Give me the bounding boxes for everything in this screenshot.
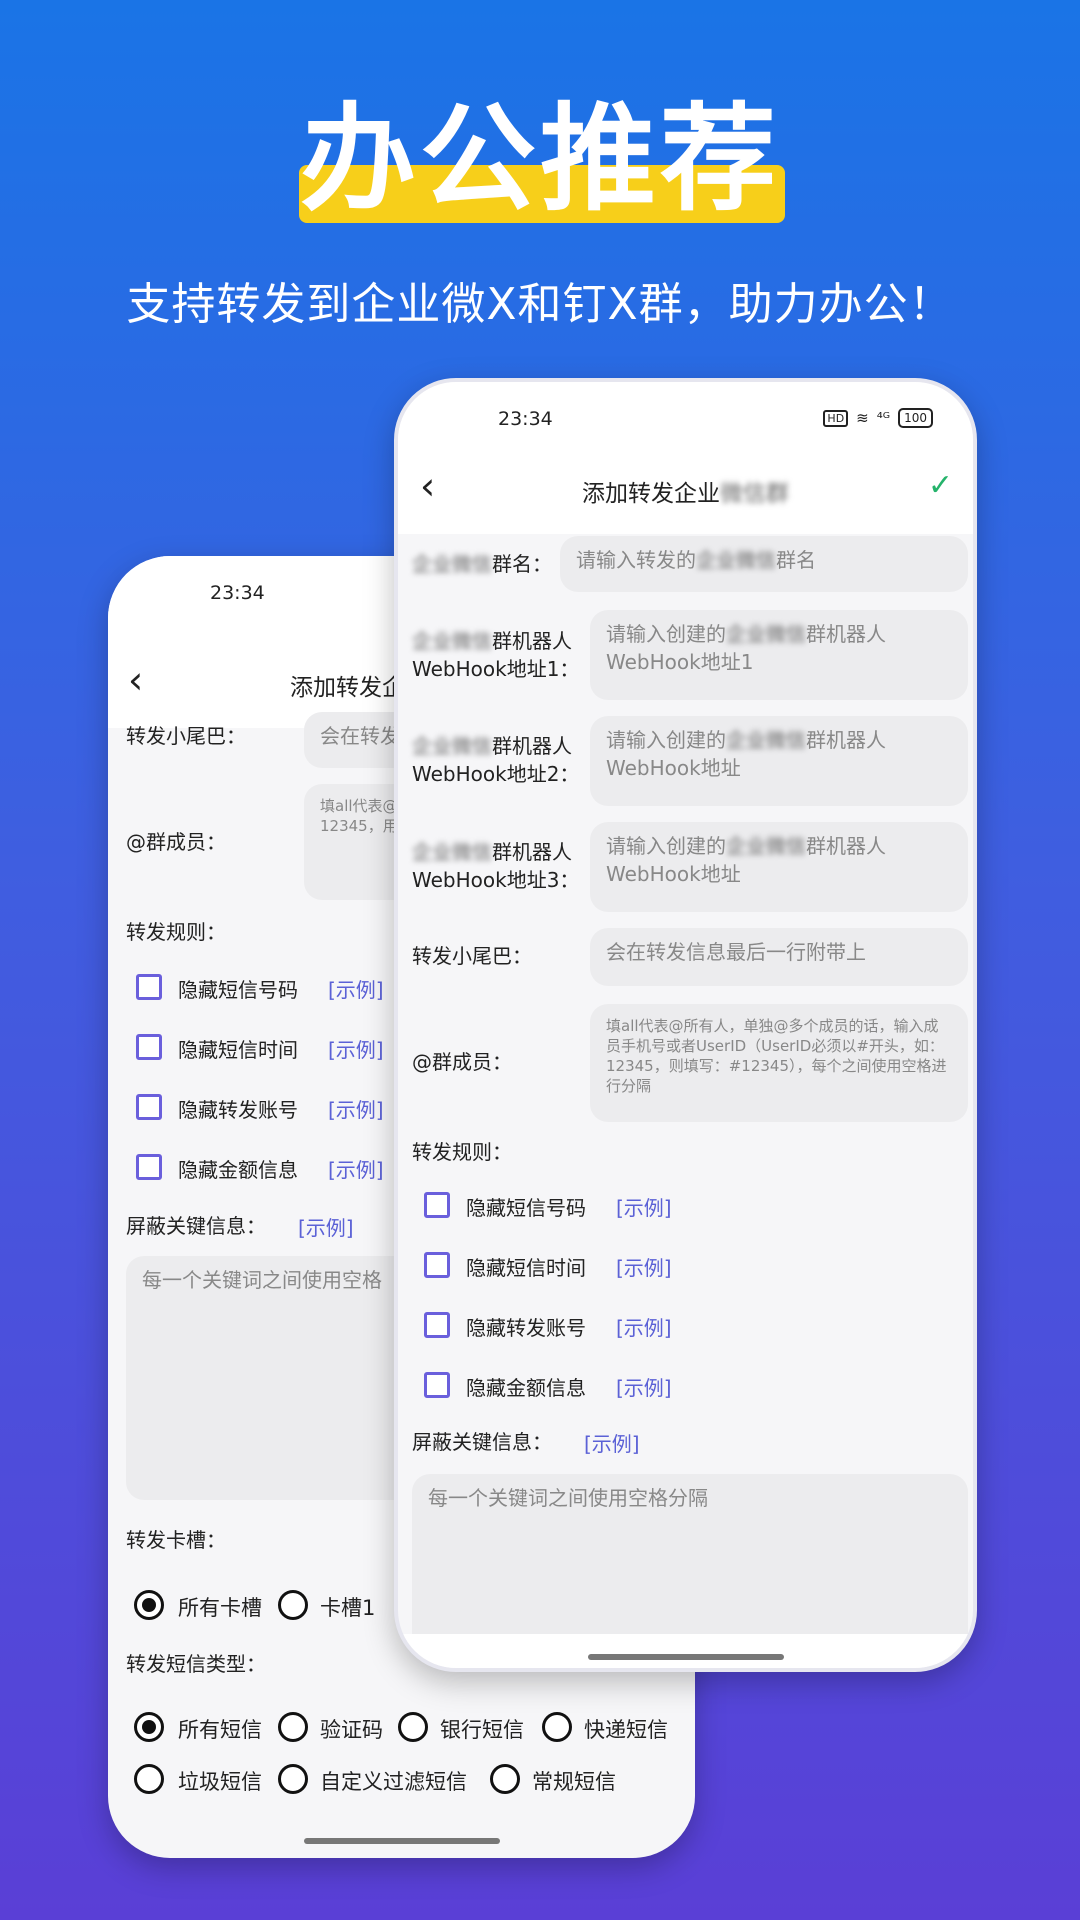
keywords-label: 屏蔽关键信息：: [412, 1430, 552, 1454]
rule-checkbox[interactable]: [136, 974, 162, 1000]
rule-example-link[interactable]: [示例]: [616, 1192, 672, 1221]
rule-example-link[interactable]: [示例]: [328, 1094, 384, 1123]
sms-type-option: 所有短信: [178, 1718, 262, 1742]
rule-checkbox[interactable]: [136, 1034, 162, 1060]
sms-type-option: 常规短信: [532, 1770, 616, 1794]
webhook-input[interactable]: 请输入创建的企业微信群机器人 WebHook地址: [590, 716, 968, 806]
rule-example-link[interactable]: [示例]: [328, 1154, 384, 1183]
sim-radio[interactable]: [278, 1590, 308, 1620]
sms-type-option: 自定义过滤短信: [320, 1770, 467, 1794]
tail-label: 转发小尾巴：: [126, 724, 246, 748]
webhook-input[interactable]: 请输入创建的企业微信群机器人 WebHook地址: [590, 822, 968, 912]
rule-checkbox[interactable]: [424, 1252, 450, 1278]
members-label: @群成员：: [412, 1050, 512, 1074]
sms-type-radio[interactable]: [134, 1712, 164, 1742]
rule-label: 隐藏短信号码: [178, 978, 298, 1002]
group-name-label: 企业微信群名：: [412, 552, 552, 576]
rules-label: 转发规则：: [126, 920, 226, 944]
home-indicator[interactable]: [588, 1654, 784, 1660]
keywords-example-link[interactable]: [示例]: [298, 1212, 354, 1241]
webhook-label: 企业微信群机器人 WebHook地址3：: [412, 840, 580, 892]
rule-example-link[interactable]: [示例]: [328, 974, 384, 1003]
webhook-label: 企业微信群机器人 WebHook地址2：: [412, 734, 580, 786]
page-title: 添加转发企: [290, 675, 405, 701]
rule-example-link[interactable]: [示例]: [616, 1372, 672, 1401]
rule-example-link[interactable]: [示例]: [328, 1034, 384, 1063]
sms-type-option: 快递短信: [584, 1718, 668, 1742]
sim-label: 转发卡槽：: [126, 1528, 226, 1552]
sms-type-option: 验证码: [320, 1718, 383, 1742]
rule-label: 隐藏转发账号: [466, 1316, 586, 1340]
sms-type-option: 垃圾短信: [178, 1770, 262, 1794]
webhook-input[interactable]: 请输入创建的企业微信群机器人 WebHook地址1: [590, 610, 968, 700]
status-time: 23:34: [210, 582, 265, 604]
battery-icon: 100: [898, 408, 933, 428]
rule-example-link[interactable]: [示例]: [616, 1252, 672, 1281]
hero-title: 办公推荐: [300, 92, 780, 227]
rule-label: 隐藏短信时间: [466, 1256, 586, 1280]
sim-option-label: 卡槽1: [320, 1596, 376, 1620]
rule-label: 隐藏短信号码: [466, 1196, 586, 1220]
status-time: 23:34: [498, 408, 553, 430]
sms-type-radio[interactable]: [542, 1712, 572, 1742]
sms-type-label: 转发短信类型：: [126, 1652, 266, 1676]
rules-label: 转发规则：: [412, 1140, 512, 1164]
sms-type-radio[interactable]: [490, 1764, 520, 1794]
page-title: 添加转发企业微信群: [582, 481, 789, 507]
rule-label: 隐藏金额信息: [178, 1158, 298, 1182]
app-bar: ‹ 添加转发企业微信群 ✓: [398, 442, 973, 534]
keywords-label: 屏蔽关键信息：: [126, 1214, 266, 1238]
rule-checkbox[interactable]: [136, 1154, 162, 1180]
webhook-label: 企业微信群机器人 WebHook地址1：: [412, 629, 580, 681]
members-label: @群成员：: [126, 830, 226, 854]
rule-label: 隐藏转发账号: [178, 1098, 298, 1122]
sms-type-radio[interactable]: [398, 1712, 428, 1742]
confirm-check-icon[interactable]: ✓: [928, 468, 953, 503]
tail-input[interactable]: 会在转发信息最后一行附带上: [590, 928, 968, 986]
sim-option-label: 所有卡槽: [178, 1596, 262, 1620]
hd-icon: HD: [823, 409, 849, 427]
signal-icon: ⁴ᴳ: [876, 409, 891, 427]
rule-checkbox[interactable]: [424, 1372, 450, 1398]
sms-type-option: 银行短信: [440, 1718, 524, 1742]
rule-checkbox[interactable]: [424, 1192, 450, 1218]
keywords-example-link[interactable]: [示例]: [584, 1428, 640, 1457]
sim-radio[interactable]: [134, 1590, 164, 1620]
rule-checkbox[interactable]: [424, 1312, 450, 1338]
wifi-icon: ≋: [856, 409, 869, 427]
sms-type-radio[interactable]: [278, 1764, 308, 1794]
keywords-textarea[interactable]: 每一个关键词之间使用空格分隔: [412, 1474, 968, 1644]
status-icons: HD ≋ ⁴ᴳ 100: [823, 408, 933, 428]
hero-subtitle: 支持转发到企业微X和钉X群，助力办公！: [126, 279, 954, 330]
front-phone-screen: 23:34 HD ≋ ⁴ᴳ 100 ‹ 添加转发企业微信群 ✓ 企业微信群名： …: [394, 378, 977, 1672]
home-indicator[interactable]: [304, 1838, 500, 1844]
sms-type-radio[interactable]: [278, 1712, 308, 1742]
group-name-input[interactable]: 请输入转发的企业微信群名: [560, 536, 968, 592]
rule-label: 隐藏金额信息: [466, 1376, 586, 1400]
tail-label: 转发小尾巴：: [412, 944, 532, 968]
members-input[interactable]: 填all代表@所有人，单独@多个成员的话，输入成员手机号或者UserID（Use…: [590, 1004, 968, 1122]
hero-title-area: 办公推荐: [0, 95, 1080, 235]
rule-example-link[interactable]: [示例]: [616, 1312, 672, 1341]
rule-label: 隐藏短信时间: [178, 1038, 298, 1062]
sms-type-radio[interactable]: [134, 1764, 164, 1794]
bottom-area: [398, 1634, 973, 1668]
rule-checkbox[interactable]: [136, 1094, 162, 1120]
back-arrow-icon[interactable]: ‹: [128, 660, 143, 700]
